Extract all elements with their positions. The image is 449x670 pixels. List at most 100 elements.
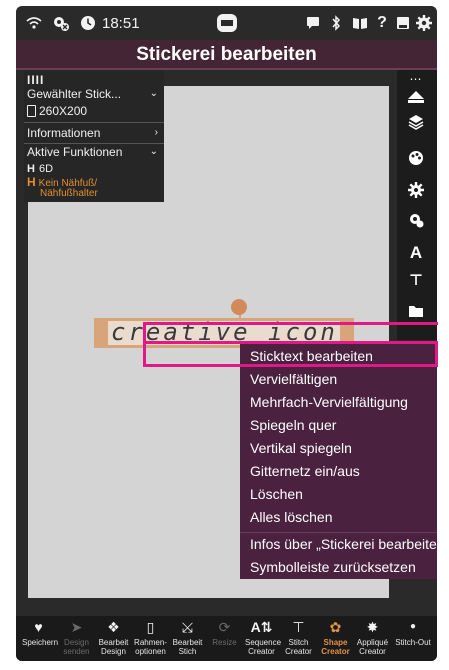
bottom-toolbar: ♥ Speichern ➤ Design senden ❖ Bearbeit D… bbox=[16, 616, 437, 661]
save-design-button[interactable]: ♥ Speichern bbox=[22, 616, 59, 661]
folder-icon[interactable] bbox=[405, 304, 427, 322]
more-options-icon[interactable]: ⋯ bbox=[405, 70, 427, 88]
presser-foot-icon: H bbox=[27, 163, 35, 175]
device-screen: 18:51 ? Stickerei bearbeiten IIII Gewähl… bbox=[16, 6, 437, 661]
menu-item-delete[interactable]: Löschen bbox=[250, 484, 303, 504]
palette-icon[interactable] bbox=[405, 150, 427, 168]
button-label: Creator bbox=[359, 647, 386, 656]
status-bar: 18:51 ? bbox=[16, 6, 437, 40]
button-label: Creator bbox=[285, 647, 312, 656]
menu-item-delete-all[interactable]: Alles löschen bbox=[250, 507, 333, 527]
resize-icon: ⟳ bbox=[218, 619, 231, 635]
sequence-creator-button[interactable]: A⇅ Sequence Creator bbox=[245, 616, 282, 661]
menu-item-info[interactable]: Infos über „Stickerei bearbeite bbox=[250, 534, 437, 554]
advanced-settings-icon[interactable] bbox=[405, 212, 427, 230]
hoop-options-button[interactable]: ▯ Rahmen- optionen bbox=[134, 616, 167, 661]
menu-divider bbox=[240, 532, 437, 533]
applique-creator-button[interactable]: ✸ Appliqué Creator bbox=[356, 616, 389, 661]
stitch-out-button[interactable]: ● Stitch-Out bbox=[393, 616, 433, 661]
highlight-box bbox=[143, 341, 438, 367]
selected-design-label: Gewählter Stick... bbox=[27, 87, 122, 101]
bluetooth-icon[interactable] bbox=[328, 15, 344, 31]
warning-line2: Nähfußhalter bbox=[40, 188, 98, 199]
rotate-handle[interactable] bbox=[231, 299, 247, 315]
hoop-size-row: 260X200 bbox=[27, 103, 160, 119]
stitch-out-icon: ● bbox=[409, 621, 417, 632]
sequence-creator-icon: A⇅ bbox=[250, 619, 273, 635]
button-label: Sequence bbox=[245, 638, 282, 647]
shape-creator-icon: ✿ bbox=[329, 619, 342, 635]
right-toolbar: ⋯ A ⊤ bbox=[397, 70, 437, 340]
resize-button[interactable]: ⟳ Resize bbox=[208, 616, 241, 661]
chevron-down-icon: ⌄ bbox=[149, 146, 158, 157]
chevron-right-icon: › bbox=[154, 127, 158, 138]
button-label: Stitch bbox=[288, 638, 309, 647]
menu-item-grid-toggle[interactable]: Gitternetz ein/aus bbox=[250, 461, 360, 481]
help-icon[interactable]: ? bbox=[376, 14, 388, 31]
menu-item-mirror-horizontal[interactable]: Spiegeln quer bbox=[250, 415, 336, 435]
hoop-size-value: 260X200 bbox=[39, 104, 88, 118]
edit-stitch-icon: ⤩ bbox=[181, 619, 194, 635]
selected-design-dropdown[interactable]: Gewählter Stick... ⌄ bbox=[27, 86, 160, 102]
edit-design-button[interactable]: ❖ Bearbeit Design bbox=[97, 616, 130, 661]
warning-row-2: Nähfußhalter bbox=[27, 188, 160, 200]
send-icon: ➤ bbox=[70, 619, 83, 635]
information-label: Informationen bbox=[27, 126, 101, 140]
button-label: Creator bbox=[248, 647, 275, 656]
book-icon[interactable] bbox=[352, 15, 368, 31]
title-bar: Stickerei bearbeiten bbox=[16, 40, 437, 70]
button-label: Stitch-Out bbox=[395, 638, 431, 647]
menu-item-multi-duplicate[interactable]: Mehrfach-Vervielfältigung bbox=[250, 392, 408, 412]
button-label: senden bbox=[63, 647, 90, 656]
function-6d-row: H 6D bbox=[27, 161, 160, 177]
menu-item-reset-toolbar[interactable]: Symbolleiste zurücksetzen bbox=[250, 557, 416, 577]
layers-icon[interactable] bbox=[405, 114, 427, 132]
button-label: Design bbox=[101, 647, 126, 656]
button-label: Resize bbox=[212, 638, 237, 647]
applique-creator-icon: ✸ bbox=[366, 619, 379, 635]
warning-foot-icon: H bbox=[27, 175, 36, 189]
send-design-button[interactable]: ➤ Design senden bbox=[60, 616, 93, 661]
save-icon[interactable] bbox=[396, 15, 410, 31]
heart-icon: ♥ bbox=[34, 619, 43, 635]
hoop-options-icon: ▯ bbox=[146, 619, 155, 635]
hoop-icon bbox=[27, 105, 36, 117]
gear-icon[interactable] bbox=[416, 15, 432, 31]
edit-stitch-button[interactable]: ⤩ Bearbeit Stich bbox=[171, 616, 204, 661]
active-functions-section[interactable]: Aktive Funktionen ⌄ bbox=[27, 144, 160, 160]
text-icon[interactable]: A bbox=[405, 244, 427, 262]
menu-item-duplicate[interactable]: Vervielfältigen bbox=[250, 369, 337, 389]
edit-design-icon: ❖ bbox=[107, 619, 120, 635]
stitch-creator-icon: ⊤ bbox=[292, 619, 305, 635]
menu-item-mirror-vertical[interactable]: Vertikal spiegeln bbox=[250, 438, 352, 458]
button-label: Stich bbox=[178, 647, 197, 656]
button-label: Bearbeit bbox=[172, 638, 203, 647]
stitch-icon[interactable]: ⊤ bbox=[405, 272, 427, 290]
button-label: Appliqué bbox=[356, 638, 389, 647]
button-label: Rahmen- bbox=[134, 638, 167, 647]
active-functions-label: Aktive Funktionen bbox=[27, 145, 123, 159]
shape-creator-button[interactable]: ✿ Shape Creator bbox=[319, 616, 352, 661]
chevron-down-icon: ⌄ bbox=[149, 88, 158, 99]
page-title: Stickerei bearbeiten bbox=[136, 44, 317, 65]
clock-icon bbox=[80, 15, 96, 31]
hoop-view-icon[interactable] bbox=[405, 90, 427, 108]
button-label: Bearbeit bbox=[98, 638, 129, 647]
button-label: Shape bbox=[323, 638, 348, 647]
clock-time: 18:51 bbox=[102, 15, 140, 32]
function-6d-label: 6D bbox=[38, 163, 54, 175]
message-icon[interactable] bbox=[306, 15, 320, 31]
information-section[interactable]: Informationen › bbox=[27, 125, 160, 141]
stitch-creator-button[interactable]: ⊤ Stitch Creator bbox=[282, 616, 315, 661]
divider bbox=[24, 122, 164, 123]
context-menu: Sticktext bearbeiten Vervielfältigen Meh… bbox=[240, 344, 437, 579]
machine-icon[interactable] bbox=[216, 13, 238, 33]
settings-icon[interactable] bbox=[405, 182, 427, 200]
button-label: Design bbox=[64, 638, 89, 647]
button-label: optionen bbox=[135, 647, 166, 656]
highlight-guide-line bbox=[143, 322, 438, 325]
button-label: Speichern bbox=[22, 638, 59, 647]
wifi-icon bbox=[26, 15, 42, 31]
button-label: Creator bbox=[321, 647, 350, 656]
warning-row: H Kein Nähfuß/ bbox=[27, 175, 160, 189]
